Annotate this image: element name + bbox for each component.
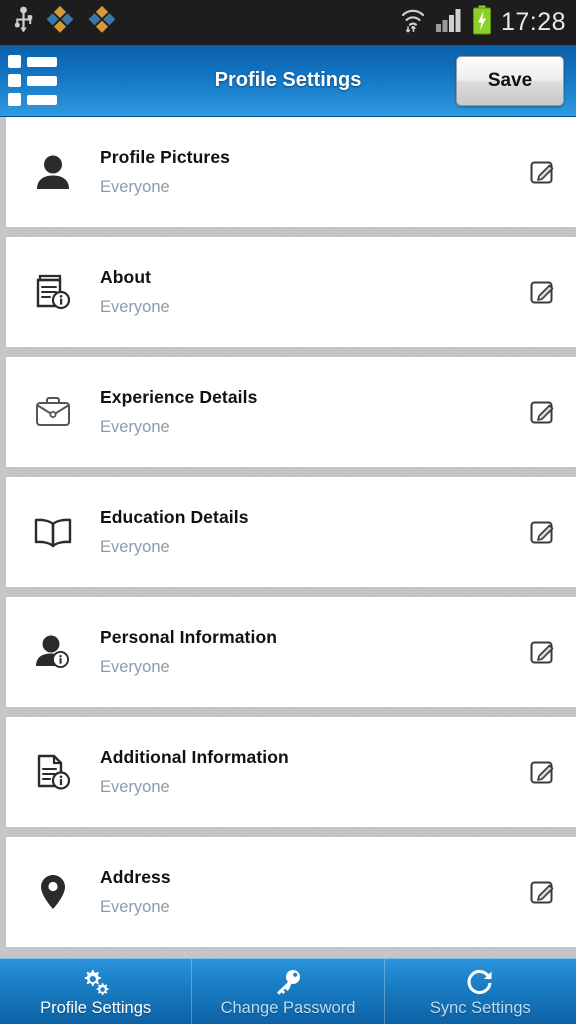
list-item-title: Profile Pictures <box>100 147 230 167</box>
edit-button[interactable] <box>510 837 576 947</box>
key-icon <box>272 966 304 998</box>
list-item-privacy: Everyone <box>100 298 170 316</box>
edit-button[interactable] <box>510 357 576 467</box>
nav-item-sync-settings[interactable]: Sync Settings <box>385 959 576 1024</box>
list-item-privacy: Everyone <box>100 898 170 916</box>
usb-icon <box>14 6 33 39</box>
list-item-text: Experience Details Everyone <box>86 387 510 437</box>
list-item-text: Profile Pictures Everyone <box>86 147 510 197</box>
list-item-text: Personal Information Everyone <box>86 627 510 677</box>
list-item-text: About Everyone <box>86 267 510 317</box>
list-item-privacy: Everyone <box>100 178 170 196</box>
list-item-text: Additional Information Everyone <box>86 747 510 797</box>
nav-label: Sync Settings <box>429 999 531 1018</box>
status-left-icons <box>14 5 117 40</box>
app-badge-icon <box>45 5 75 40</box>
list-item-text: Education Details Everyone <box>86 507 510 557</box>
edit-pencil-icon <box>530 641 554 664</box>
list-item-title: Address <box>100 867 171 887</box>
edit-button[interactable] <box>510 117 576 227</box>
status-right-icons: 17:28 <box>400 5 566 40</box>
list-item[interactable]: Address Everyone <box>6 837 576 947</box>
edit-button[interactable] <box>510 477 576 587</box>
list-item-privacy: Everyone <box>100 418 170 436</box>
edit-pencil-icon <box>530 161 554 184</box>
list-item[interactable]: Profile Pictures Everyone <box>6 117 576 227</box>
edit-pencil-icon <box>530 281 554 304</box>
map-pin-icon <box>20 862 86 922</box>
nav-item-profile-settings[interactable]: Profile Settings <box>0 959 193 1024</box>
edit-button[interactable] <box>510 717 576 827</box>
list-item-text: Address Everyone <box>86 867 510 917</box>
signal-icon <box>435 7 463 38</box>
list-item[interactable]: Experience Details Everyone <box>6 357 576 467</box>
nav-item-change-password[interactable]: Change Password <box>192 959 385 1024</box>
app-root: 17:28 Profile Settings Save Profile Pict… <box>0 0 576 1024</box>
briefcase-icon <box>20 382 86 442</box>
list-menu-icon <box>7 55 57 106</box>
settings-list: Profile Pictures Everyone About Everyone… <box>0 117 576 958</box>
person-info-icon <box>20 622 86 682</box>
edit-pencil-icon <box>530 881 554 904</box>
list-item-title: Additional Information <box>100 747 289 767</box>
wifi-icon <box>400 6 426 39</box>
list-item-title: Personal Information <box>100 627 278 647</box>
app-badge-icon <box>87 5 117 40</box>
person-icon <box>20 142 86 202</box>
list-item[interactable]: Additional Information Everyone <box>6 717 576 827</box>
save-button[interactable]: Save <box>456 56 564 106</box>
list-item-privacy: Everyone <box>100 538 170 556</box>
edit-pencil-icon <box>530 521 554 544</box>
edit-button[interactable] <box>510 597 576 707</box>
status-clock: 17:28 <box>500 8 566 36</box>
open-book-icon <box>20 502 86 562</box>
list-item-privacy: Everyone <box>100 658 170 676</box>
list-item-title: Education Details <box>100 507 249 527</box>
battery-charging-icon <box>472 5 492 40</box>
edit-button[interactable] <box>510 237 576 347</box>
nav-label: Profile Settings <box>40 999 152 1018</box>
list-item-title: Experience Details <box>100 387 258 407</box>
menu-button[interactable] <box>0 45 64 117</box>
list-item[interactable]: About Everyone <box>6 237 576 347</box>
list-item[interactable]: Personal Information Everyone <box>6 597 576 707</box>
nav-label: Change Password <box>220 999 356 1018</box>
edit-pencil-icon <box>530 761 554 784</box>
gears-icon <box>79 966 113 998</box>
app-header: Profile Settings Save <box>0 45 576 117</box>
status-bar: 17:28 <box>0 0 576 45</box>
bottom-navigation: Profile Settings Change Password Sync Se… <box>0 958 576 1024</box>
list-item[interactable]: Education Details Everyone <box>6 477 576 587</box>
book-info-icon <box>20 262 86 322</box>
document-info-icon <box>20 742 86 802</box>
edit-pencil-icon <box>530 401 554 424</box>
list-item-privacy: Everyone <box>100 778 170 796</box>
list-item-title: About <box>100 267 152 287</box>
refresh-icon <box>464 966 496 998</box>
